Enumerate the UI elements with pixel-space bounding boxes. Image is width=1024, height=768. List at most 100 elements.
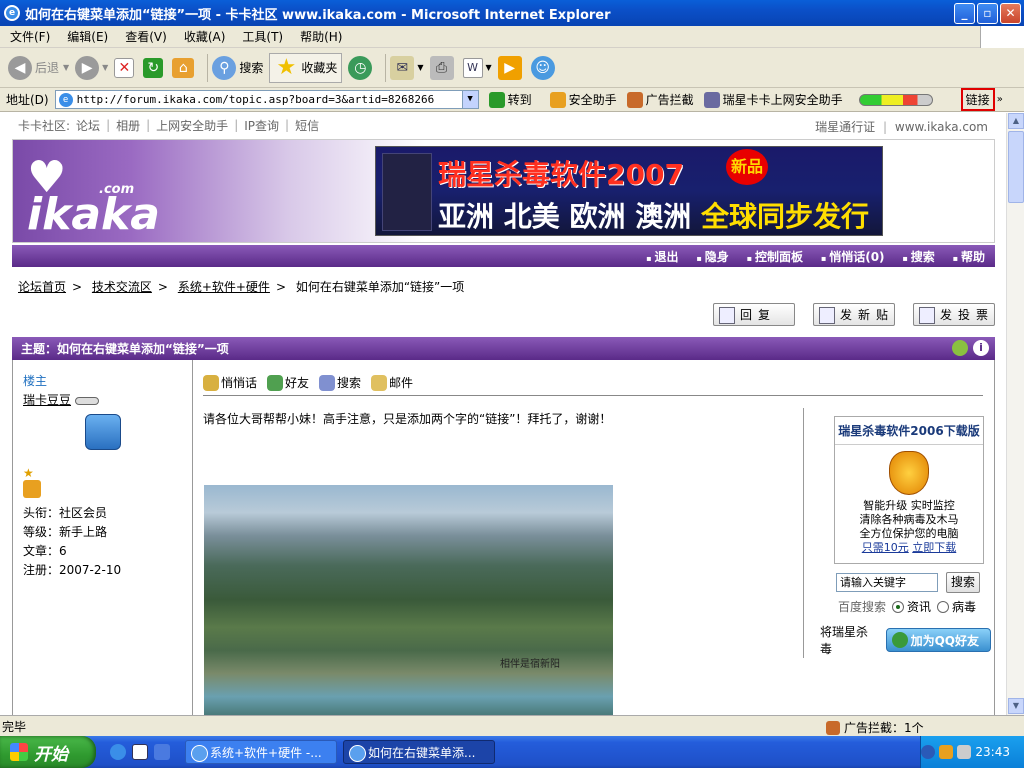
refresh-button[interactable]: ↻: [143, 57, 166, 78]
ikaka-link[interactable]: www.ikaka.com: [895, 120, 988, 134]
forum-nav-control-panel[interactable]: 控制面板: [747, 248, 803, 265]
forum-nav-help[interactable]: 帮助: [953, 248, 985, 265]
media-button[interactable]: ▶: [497, 55, 525, 80]
reply-button[interactable]: 回复: [713, 303, 795, 326]
ruixing-assistant-button[interactable]: 瑞星卡卡上网安全助手: [703, 91, 843, 108]
close-button[interactable]: ✕: [1000, 3, 1021, 24]
desktop-quicklaunch-icon[interactable]: [154, 744, 170, 760]
ikaka-logo[interactable]: ♥ ikaka .com: [27, 152, 160, 254]
nav-security-assistant[interactable]: 上网安全助手: [156, 117, 228, 134]
keyword-input[interactable]: 请输入关键字: [836, 573, 938, 592]
nav-album[interactable]: 相册: [116, 117, 140, 134]
favorites-button[interactable]: ★ 收藏夹: [269, 52, 343, 83]
tray-chevron-icon[interactable]: [921, 745, 936, 759]
mail-icon: [371, 374, 388, 391]
taskbar-item-forum[interactable]: 系统+软件+硬件 -...: [185, 740, 337, 764]
print-button[interactable]: ⎙: [429, 55, 457, 80]
scroll-up-arrow[interactable]: ▲: [1008, 113, 1024, 129]
price-link[interactable]: 只需10元: [862, 541, 909, 554]
menu-bar: 文件(F) 编辑(E) 查看(V) 收藏(A) 工具(T) 帮助(H): [0, 26, 1024, 48]
history-button[interactable]: ◷: [348, 55, 375, 80]
scroll-thumb[interactable]: [1008, 131, 1024, 203]
sidebar-ad-box[interactable]: 瑞星杀毒软件2006下载版 智能升级 实时监控 清除各种病毒及木马 全方位保护您…: [834, 416, 984, 564]
word-quicklaunch-icon[interactable]: [132, 744, 148, 760]
banner-ad[interactable]: 瑞星杀毒软件2007 新品 亚洲 北美 欧洲 澳洲 全球同步发行: [375, 146, 883, 236]
search-button[interactable]: ⚲ 搜索: [212, 55, 263, 80]
search-action[interactable]: 搜索: [319, 374, 361, 391]
ie-quicklaunch-icon[interactable]: [110, 744, 126, 760]
sidebar-line3: 全方位保护您的电脑: [859, 527, 959, 540]
nav-forum[interactable]: 论坛: [76, 117, 100, 134]
breadcrumb-board[interactable]: 系统+软件+硬件: [178, 280, 270, 294]
post-content: 悄悄话 好友 搜索 邮件 请各位大哥帮帮小妹！高手注意，只是添加两个字的“链接”…: [203, 360, 996, 715]
clock[interactable]: 23:43: [975, 745, 1010, 759]
messenger-button[interactable]: ☺: [530, 55, 558, 80]
mail-action[interactable]: 邮件: [371, 374, 413, 391]
ad-block-icon: [626, 91, 643, 108]
new-vote-button[interactable]: 发投票: [913, 303, 995, 326]
breadcrumb-home[interactable]: 论坛首页: [18, 280, 66, 294]
security-level-meter[interactable]: [858, 93, 933, 106]
forum-nav-bar: 退出 隐身 控制面板 悄悄话(0) 搜索 帮助: [12, 245, 995, 267]
author-name[interactable]: 瑞卡豆豆: [23, 393, 71, 407]
chevron-right-icon[interactable]: »: [997, 94, 1003, 105]
back-button[interactable]: ◀ 后退 ▼: [8, 55, 69, 80]
sidebar-search-button[interactable]: 搜索: [946, 572, 980, 593]
forum-nav-search[interactable]: 搜索: [903, 248, 935, 265]
home-button[interactable]: ⌂: [172, 57, 197, 78]
radio-news[interactable]: [892, 600, 905, 613]
lion-badge-icon: [23, 480, 41, 498]
menu-tools[interactable]: 工具(T): [242, 28, 283, 45]
minimize-button[interactable]: _: [954, 3, 975, 24]
passport-link[interactable]: 瑞星通行证: [815, 120, 875, 134]
chat-icon: [203, 374, 219, 391]
ad-block-button[interactable]: 广告拦截: [626, 91, 694, 108]
info-icon[interactable]: i: [973, 340, 989, 356]
author-role: 楼主: [23, 374, 48, 388]
taskbar-item-topic[interactable]: 如何在右键菜单添...: [343, 740, 495, 764]
new-post-button[interactable]: 发新贴: [813, 303, 895, 326]
security-assistant-button[interactable]: 安全助手: [549, 91, 617, 108]
address-input[interactable]: e http://forum.ikaka.com/topic.asp?board…: [54, 90, 479, 109]
start-button[interactable]: 开始: [0, 736, 96, 768]
tray-network-icon[interactable]: [957, 745, 972, 759]
window-title-bar[interactable]: e 如何在右键菜单添加“链接”一项 - 卡卡社区 www.ikaka.com -…: [0, 0, 1024, 26]
post-actions: 悄悄话 好友 搜索 邮件: [203, 370, 983, 396]
scroll-down-arrow[interactable]: ▼: [1008, 698, 1024, 714]
menu-favorites[interactable]: 收藏(A): [184, 28, 226, 45]
links-button[interactable]: 链接: [960, 88, 995, 111]
stop-button[interactable]: ✕: [114, 57, 137, 78]
add-qq-friend-button[interactable]: 加为QQ好友: [885, 628, 991, 652]
forum-nav-private-msg[interactable]: 悄悄话(0): [821, 248, 884, 265]
radio-virus[interactable]: [937, 600, 950, 613]
software-box-image: [382, 153, 432, 231]
topic-title: 主题：如何在右键菜单添加“链接”一项: [21, 342, 229, 356]
maximize-button[interactable]: ▫: [977, 3, 998, 24]
nav-ip-query[interactable]: IP查询: [244, 117, 279, 134]
nav-messages[interactable]: 短信: [295, 117, 319, 134]
standard-toolbar: ◀ 后退 ▼ ▶ ▼ ✕ ↻ ⌂ ⚲ 搜索 ★ 收藏夹 ◷ ✉ ▼ ⎙ W ▼ ▶ ☺: [0, 48, 1024, 88]
post-sidebar: 瑞星杀毒软件2006下载版 智能升级 实时监控 清除各种病毒及木马 全方位保护您…: [803, 408, 991, 658]
status-ad-block[interactable]: 广告拦截：1个: [826, 719, 924, 736]
page-scrollbar[interactable]: ▲ ▼: [1006, 113, 1024, 715]
menu-help[interactable]: 帮助(H): [300, 28, 342, 45]
go-button[interactable]: 转到: [488, 91, 532, 108]
forum-nav-logout[interactable]: 退出: [646, 248, 679, 265]
menu-view[interactable]: 查看(V): [125, 28, 167, 45]
menu-file[interactable]: 文件(F): [10, 28, 50, 45]
menu-edit[interactable]: 编辑(E): [67, 28, 108, 45]
address-dropdown-icon[interactable]: ▼: [461, 91, 478, 108]
ad-subline: 亚洲 北美 欧洲 澳洲 全球同步发行: [438, 195, 869, 235]
tray-lion-icon[interactable]: [939, 745, 954, 759]
edit-button[interactable]: W ▼: [462, 57, 492, 78]
bookmark-icon[interactable]: [952, 340, 968, 356]
private-msg-action[interactable]: 悄悄话: [203, 374, 257, 391]
forum-nav-invisible[interactable]: 隐身: [697, 248, 729, 265]
friend-action[interactable]: 好友: [267, 374, 309, 391]
breadcrumb-section[interactable]: 技术交流区: [92, 280, 152, 294]
mail-button[interactable]: ✉ ▼: [390, 55, 424, 80]
forward-button[interactable]: ▶ ▼: [75, 55, 108, 80]
baidu-search-label: 百度搜索: [838, 600, 887, 614]
search-icon: ⚲: [212, 55, 237, 80]
download-link[interactable]: 立即下载: [912, 541, 956, 554]
